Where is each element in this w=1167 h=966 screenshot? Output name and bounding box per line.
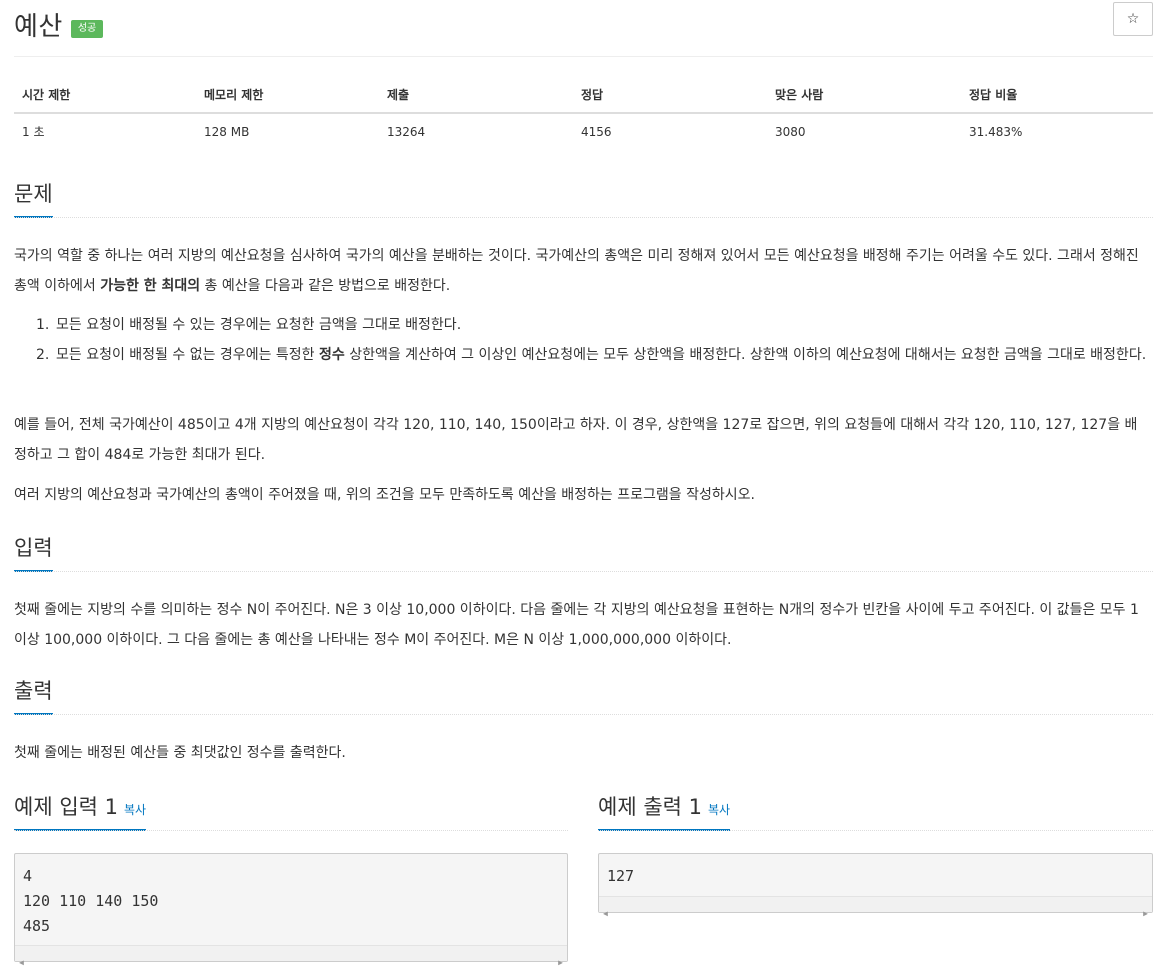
horizontal-scrollbar[interactable]: ◀ ▶ — [599, 896, 1152, 918]
section-rule — [14, 830, 568, 831]
star-icon: ☆ — [1126, 11, 1140, 27]
status-badge: 성공 — [70, 20, 104, 38]
copy-sample-input-button[interactable]: 복사 — [124, 803, 146, 817]
input-section-header: 입력 — [14, 532, 1153, 572]
title-divider — [14, 56, 1153, 57]
sample-output-content: 127 — [607, 867, 635, 885]
header-accept-ratio: 정답 비율 — [961, 76, 1153, 114]
description-text: 총 예산을 다음과 같은 방법으로 배정한다. — [200, 278, 451, 294]
output-title: 출력 — [14, 675, 53, 715]
value-memory-limit: 128 MB — [204, 124, 250, 139]
value-time-limit: 1 초 — [22, 125, 45, 139]
info-table-row: 1 초 128 MB 13264 4156 3080 31.483% — [14, 113, 1153, 148]
value-submissions: 13264 — [387, 124, 426, 139]
section-rule — [14, 217, 1153, 218]
sample-output-box[interactable]: 127 ◀ ▶ — [598, 853, 1153, 918]
list-item-text: 모든 요청이 배정될 수 있는 경우에는 요청한 금액을 그대로 배정한다. — [56, 317, 462, 333]
sample-output-title: 예제 출력 1 복사 — [598, 791, 731, 831]
info-table-header-row: 시간 제한 메모리 제한 제출 정답 맞은 사람 정답 비율 — [14, 76, 1153, 114]
header-accepted: 정답 — [573, 76, 767, 114]
scroll-left-icon[interactable]: ◀ — [603, 901, 608, 926]
scroll-right-icon[interactable]: ▶ — [558, 950, 563, 966]
problem-info-table: 시간 제한 메모리 제한 제출 정답 맞은 사람 정답 비율 1 초 128 M… — [14, 76, 1153, 148]
list-item: 2. 모든 요청이 배정될 수 없는 경우에는 특정한 정수 상한액을 계산하여… — [14, 340, 1149, 370]
header-time-limit: 시간 제한 — [14, 76, 196, 114]
description-title: 문제 — [14, 178, 53, 218]
output-description: 첫째 줄에는 배정된 예산들 중 최댓값인 정수를 출력한다. — [14, 745, 346, 761]
list-item-text: 상한액을 계산하여 그 이상인 예산요청에는 모두 상한액을 배정한다. 상한액… — [344, 347, 1147, 363]
value-solved-users: 3080 — [775, 124, 806, 139]
horizontal-scrollbar[interactable]: ◀ ▶ — [15, 945, 567, 966]
description-paragraph-1: 국가의 역할 중 하나는 여러 지방의 예산요청을 심사하여 국가의 예산을 분… — [14, 241, 1149, 301]
description-section-header: 문제 — [14, 178, 1153, 218]
description-emphasis: 가능한 한 최대의 — [100, 278, 201, 294]
header-memory-limit: 메모리 제한 — [196, 76, 379, 114]
sample-output-title-text: 예제 출력 1 — [598, 795, 702, 819]
description-paragraph-2: 예를 들어, 전체 국가예산이 485이고 4개 지방의 예산요청이 각각 12… — [14, 417, 1138, 463]
scroll-right-icon[interactable]: ▶ — [1143, 901, 1148, 926]
sample-output-header: 예제 출력 1 복사 — [598, 791, 1153, 831]
allocation-rules-list: 1. 모든 요청이 배정될 수 있는 경우에는 요청한 금액을 그대로 배정한다… — [14, 310, 1149, 370]
list-item-emphasis: 정수 — [319, 347, 345, 363]
sample-input-title-text: 예제 입력 1 — [14, 795, 118, 819]
section-rule — [14, 571, 1153, 572]
section-rule — [598, 830, 1153, 831]
star-button[interactable]: ☆ — [1113, 2, 1153, 36]
problem-title-row: 예산 성공 — [14, 4, 104, 44]
copy-sample-output-button[interactable]: 복사 — [708, 803, 730, 817]
value-accepted: 4156 — [581, 124, 612, 139]
sample-input-title: 예제 입력 1 복사 — [14, 791, 147, 831]
list-item-number: 2. — [36, 347, 50, 363]
input-title: 입력 — [14, 532, 53, 572]
sample-input-box[interactable]: 4 120 110 140 150 485 ◀ ▶ — [14, 853, 568, 966]
sample-input-header: 예제 입력 1 복사 — [14, 791, 568, 831]
problem-title: 예산 — [14, 11, 63, 42]
header-solved-users: 맞은 사람 — [767, 76, 961, 114]
input-description: 첫째 줄에는 지방의 수를 의미하는 정수 N이 주어진다. N은 3 이상 1… — [14, 602, 1139, 648]
header-submissions: 제출 — [379, 76, 573, 114]
sample-input-content: 4 120 110 140 150 485 — [23, 867, 159, 935]
list-item-number: 1. — [36, 317, 50, 333]
scroll-left-icon[interactable]: ◀ — [19, 950, 24, 966]
list-item: 1. 모든 요청이 배정될 수 있는 경우에는 요청한 금액을 그대로 배정한다… — [14, 310, 1149, 340]
section-rule — [14, 714, 1153, 715]
value-accept-ratio: 31.483% — [969, 124, 1023, 139]
description-paragraph-3: 여러 지방의 예산요청과 국가예산의 총액이 주어졌을 때, 위의 조건을 모두… — [14, 487, 755, 503]
output-section-header: 출력 — [14, 675, 1153, 715]
list-item-text: 모든 요청이 배정될 수 없는 경우에는 특정한 — [56, 347, 319, 363]
